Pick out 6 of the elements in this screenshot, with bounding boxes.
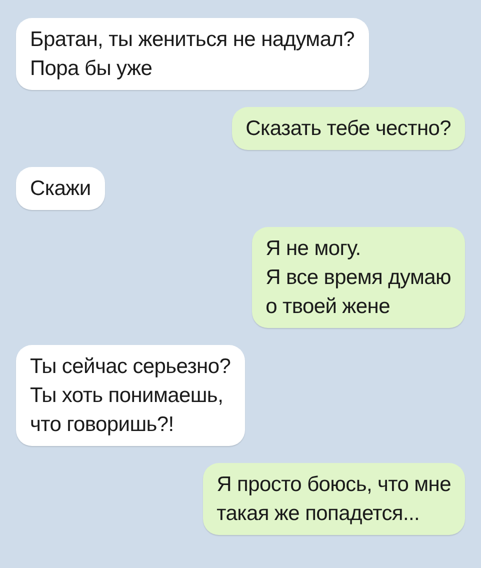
message-bubble: Сказать тебе честно? — [232, 107, 465, 150]
message-bubble: Братан, ты жениться не надумал? Пора бы уже — [16, 18, 369, 90]
message-bubble: Я не могу. Я все время думаю о твоей жене — [252, 227, 465, 328]
message-bubble: Скажи — [16, 167, 105, 210]
message-bubble: Ты сейчас серьезно? Ты хоть понимаешь, что говоришь?! — [16, 345, 245, 446]
message-bubble: Я просто боюсь, что мне такая же попадется... — [202, 463, 465, 535]
